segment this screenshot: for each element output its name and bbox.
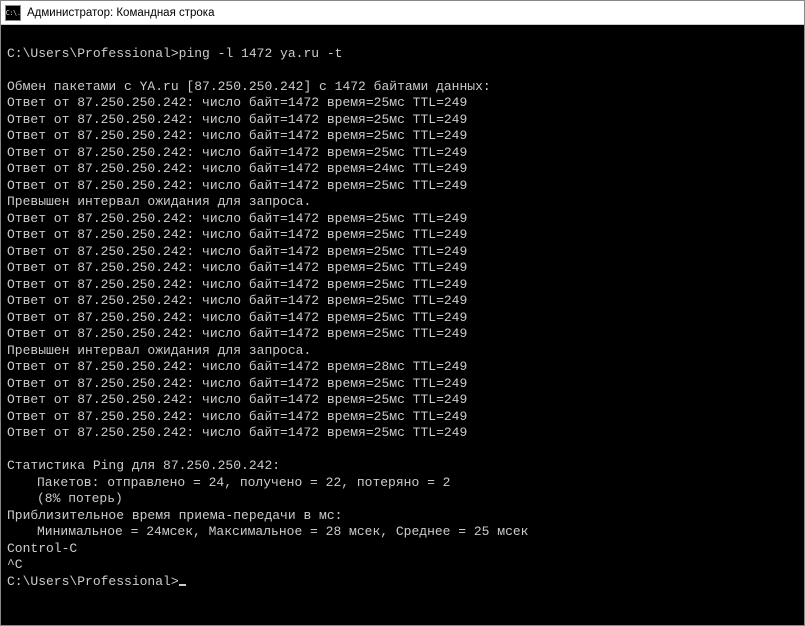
titlebar[interactable]: C:\. Администратор: Командная строка <box>1 1 804 25</box>
control-c: Control-C <box>7 541 77 556</box>
reply-line: Ответ от 87.250.250.242: число байт=1472… <box>7 326 467 341</box>
reply-line: Ответ от 87.250.250.242: число байт=1472… <box>7 145 467 160</box>
reply-line: Ответ от 87.250.250.242: число байт=1472… <box>7 128 467 143</box>
reply-line: Ответ от 87.250.250.242: число байт=1472… <box>7 376 467 391</box>
rtt-values: Минимальное = 24мсек, Максимальное = 28 … <box>7 524 528 539</box>
reply-line: Ответ от 87.250.250.242: число байт=1472… <box>7 112 467 127</box>
command-input: ping -l 1472 ya.ru -t <box>179 46 343 61</box>
console-area[interactable]: C:\Users\Professional>ping -l 1472 ya.ru… <box>1 25 804 625</box>
reply-line: Ответ от 87.250.250.242: число байт=1472… <box>7 359 467 374</box>
rtt-header: Приблизительное время приема-передачи в … <box>7 508 342 523</box>
prompt: C:\Users\Professional> <box>7 46 179 61</box>
stats-loss: (8% потерь) <box>7 491 123 506</box>
reply-line: Ответ от 87.250.250.242: число байт=1472… <box>7 392 467 407</box>
reply-line: Ответ от 87.250.250.242: число байт=1472… <box>7 409 467 424</box>
caret-c: ^C <box>7 557 23 572</box>
reply-line: Ответ от 87.250.250.242: число байт=1472… <box>7 211 467 226</box>
reply-line: Ответ от 87.250.250.242: число байт=1472… <box>7 95 467 110</box>
prompt: C:\Users\Professional> <box>7 574 179 589</box>
command-prompt-window: C:\. Администратор: Командная строка C:\… <box>0 0 805 626</box>
reply-line: Ответ от 87.250.250.242: число байт=1472… <box>7 227 467 242</box>
reply-line: Ответ от 87.250.250.242: число байт=1472… <box>7 293 467 308</box>
exchange-line: Обмен пакетами с YA.ru [87.250.250.242] … <box>7 79 491 94</box>
window-title: Администратор: Командная строка <box>27 7 214 19</box>
reply-line: Ответ от 87.250.250.242: число байт=1472… <box>7 310 467 325</box>
reply-line: Ответ от 87.250.250.242: число байт=1472… <box>7 178 467 193</box>
timeout-line: Превышен интервал ожидания для запроса. <box>7 343 311 358</box>
reply-line: Ответ от 87.250.250.242: число байт=1472… <box>7 425 467 440</box>
stats-header: Статистика Ping для 87.250.250.242: <box>7 458 280 473</box>
reply-line: Ответ от 87.250.250.242: число байт=1472… <box>7 260 467 275</box>
stats-packets: Пакетов: отправлено = 24, получено = 22,… <box>7 475 450 490</box>
cmd-icon: C:\. <box>5 5 21 21</box>
reply-line: Ответ от 87.250.250.242: число байт=1472… <box>7 277 467 292</box>
cursor-icon <box>179 584 186 586</box>
timeout-line: Превышен интервал ожидания для запроса. <box>7 194 311 209</box>
reply-line: Ответ от 87.250.250.242: число байт=1472… <box>7 161 467 176</box>
reply-line: Ответ от 87.250.250.242: число байт=1472… <box>7 244 467 259</box>
